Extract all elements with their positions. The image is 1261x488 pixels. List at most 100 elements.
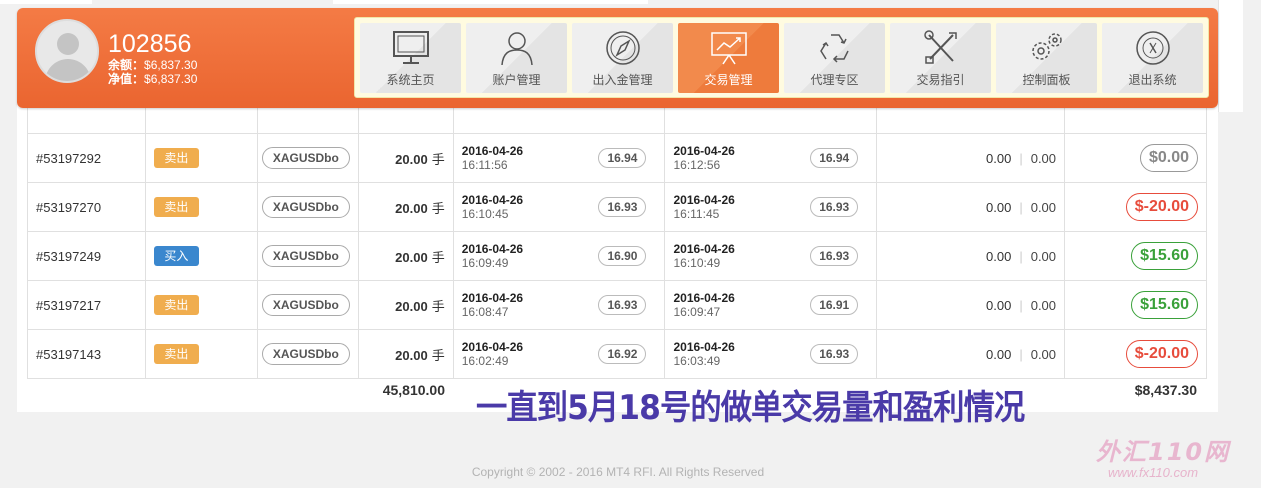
volume: 20.00: [395, 151, 428, 167]
trades-table: 00:00:48 00:01:48 #53197292卖出XAGUSDbo20.…: [27, 84, 1207, 379]
nav-item-trading[interactable]: 交易管理: [678, 23, 779, 93]
profit-badge: $0.00: [1139, 144, 1198, 172]
chart-board-icon: [709, 29, 749, 67]
nav-label: 账户管理: [492, 73, 541, 87]
annotation-text: 一直到5月18号的做单交易量和盈利情况: [476, 388, 1025, 428]
user-icon: [497, 29, 537, 67]
stop-loss: 0.00: [986, 346, 1012, 362]
nav-item-guide[interactable]: 交易指引: [890, 23, 991, 93]
divider: |: [1019, 346, 1023, 362]
table-row: #53197270 卖出 XAGUSDbo 20.00 手 2016-04-26 16:10…: [27, 182, 1207, 232]
close-price: 16.91: [810, 295, 859, 315]
symbol-tag: XAGUSDbo: [261, 196, 350, 218]
ticket-id[interactable]: #53197143: [36, 347, 101, 362]
take-profit: 0.00: [1030, 150, 1057, 166]
watermark-logo: 外汇110网 www.fx110.com: [1096, 432, 1246, 482]
nav-label: 控制面板: [1022, 73, 1071, 87]
close-price: 16.93: [810, 197, 859, 217]
stop-loss: 0.00: [986, 199, 1012, 215]
main-nav: 系统主页 账户管理 出入金管理 交易管理 代理专区 交易指引 控制面板 退出系统: [354, 17, 1209, 98]
watermark-line1: 外汇110网: [1096, 438, 1231, 466]
open-price: 16.90: [598, 246, 647, 266]
take-profit: 0.00: [1030, 297, 1057, 313]
stop-loss: 0.00: [986, 248, 1012, 264]
account-number: 102856: [108, 30, 192, 58]
gears-icon: [1027, 29, 1067, 67]
table-row: #53197249 买入 XAGUSDbo 20.00 手 2016-04-26 16:09…: [27, 231, 1207, 281]
symbol-tag: XAGUSDbo: [261, 147, 350, 169]
open-price: 16.92: [598, 344, 647, 364]
close-price: 16.93: [810, 246, 859, 266]
take-profit: 0.00: [1030, 199, 1057, 215]
nav-label: 退出系统: [1128, 73, 1177, 87]
watermark-line2: www.fx110.com: [1108, 465, 1199, 480]
nav-label: 出入金管理: [592, 73, 653, 87]
type-badge: 卖出: [153, 148, 199, 168]
avatar[interactable]: [35, 19, 99, 83]
equity-label: 净值：: [108, 72, 145, 86]
divider: |: [1019, 297, 1023, 313]
ticket-id[interactable]: #53197249: [36, 249, 101, 264]
ticket-id[interactable]: #53197270: [36, 200, 101, 215]
profit-badge: $-20.00: [1125, 193, 1198, 221]
volume-unit: 手: [431, 151, 445, 167]
top-header: 102856 余额：$6,837.30 净值：$6,837.30 系统主页 账户…: [17, 8, 1218, 108]
nav-label: 交易指引: [916, 73, 965, 87]
take-profit: 0.00: [1030, 346, 1057, 362]
nav-item-home[interactable]: 系统主页: [360, 23, 461, 93]
volume-unit: 手: [431, 249, 445, 265]
profit-badge: $-20.00: [1125, 340, 1198, 368]
total-profit: $8,437.30: [1134, 382, 1197, 398]
divider: |: [1019, 199, 1023, 215]
account-balances: 余额：$6,837.30 净值：$6,837.30: [108, 58, 197, 86]
balance-label: 余额：: [108, 58, 145, 72]
nav-item-funds[interactable]: 出入金管理: [572, 23, 673, 93]
stop-loss: 0.00: [986, 150, 1012, 166]
top-edge: [0, 0, 1261, 4]
volume: 20.00: [395, 298, 428, 314]
nav-item-agent[interactable]: 代理专区: [784, 23, 885, 93]
open-price: 16.94: [598, 148, 647, 168]
nav-item-control-panel[interactable]: 控制面板: [996, 23, 1097, 93]
power-icon: [1133, 29, 1173, 67]
volume-unit: 手: [431, 200, 445, 216]
type-badge: 卖出: [153, 344, 199, 364]
ticket-id[interactable]: #53197292: [36, 151, 101, 166]
equity-value: $6,837.30: [144, 72, 198, 86]
recycle-icon: [815, 29, 855, 67]
type-badge: 卖出: [153, 295, 199, 315]
table-row: #53197292 卖出 XAGUSDbo 20.00 手 2016-04-26 16:11…: [27, 133, 1207, 183]
monitor-icon: [391, 29, 431, 67]
symbol-tag: XAGUSDbo: [261, 245, 350, 267]
profit-badge: $15.60: [1131, 242, 1198, 270]
total-volume: 45,810.00: [382, 382, 445, 398]
take-profit: 0.00: [1030, 248, 1057, 264]
compass-icon: [603, 29, 643, 67]
nav-item-account[interactable]: 账户管理: [466, 23, 567, 93]
volume: 20.00: [395, 249, 428, 265]
table-row: #53197217 卖出 XAGUSDbo 20.00 手 2016-04-26 16:08…: [27, 280, 1207, 330]
user-info: 102856 余额：$6,837.30 净值：$6,837.30: [17, 8, 347, 108]
nav-label: 代理专区: [810, 73, 859, 87]
profit-badge: $15.60: [1131, 291, 1198, 319]
close-price: 16.93: [810, 344, 859, 364]
divider: |: [1019, 248, 1023, 264]
nav-item-logout[interactable]: 退出系统: [1102, 23, 1203, 93]
type-badge: 买入: [153, 246, 199, 266]
close-price: 16.94: [810, 148, 859, 168]
copyright: Copyright © 2002 - 2016 MT4 RFI. All Rig…: [471, 465, 765, 479]
nav-label: 交易管理: [704, 73, 753, 87]
symbol-tag: XAGUSDbo: [261, 343, 350, 365]
balance-value: $6,837.30: [144, 58, 198, 72]
volume-unit: 手: [431, 298, 445, 314]
nav-label: 系统主页: [386, 73, 435, 87]
open-price: 16.93: [598, 197, 647, 217]
table-row: #53197143 卖出 XAGUSDbo 20.00 手 2016-04-26 16:02…: [27, 329, 1207, 379]
tools-icon: [921, 29, 961, 67]
open-price: 16.93: [598, 295, 647, 315]
ticket-id[interactable]: #53197217: [36, 298, 101, 313]
divider: |: [1019, 150, 1023, 166]
type-badge: 卖出: [153, 197, 199, 217]
stop-loss: 0.00: [986, 297, 1012, 313]
volume-unit: 手: [431, 347, 445, 363]
